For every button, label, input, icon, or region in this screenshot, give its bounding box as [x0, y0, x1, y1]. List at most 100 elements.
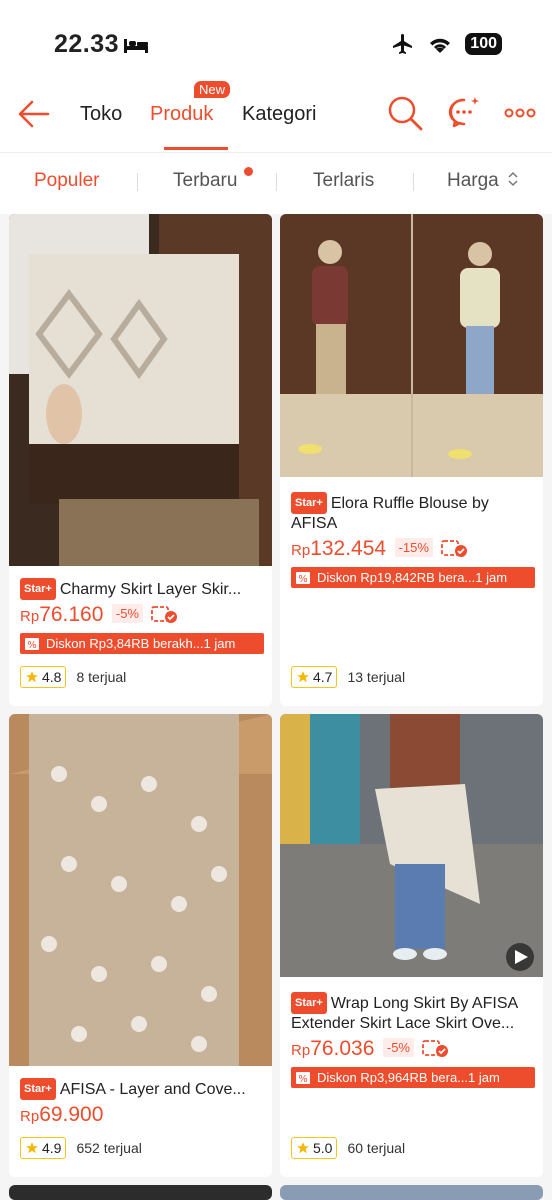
status-bar: 22.33 100: [0, 30, 552, 60]
currency: Rp: [20, 608, 40, 625]
product-card[interactable]: Star+ Wrap Long Skirt By AFISA Extender S…: [280, 714, 543, 1177]
product-image: [9, 714, 272, 1066]
tab-kategori[interactable]: Kategori: [242, 103, 317, 126]
rating-badge: 5.0: [291, 1137, 338, 1159]
top-nav: Toko Produk New Kategori: [0, 81, 552, 150]
rating-row: 4.8 8 terjual: [20, 666, 126, 688]
rating-row: 4.9 652 terjual: [20, 1137, 142, 1159]
currency: Rp: [20, 1108, 40, 1125]
tab-produk[interactable]: Produk: [150, 103, 213, 126]
more-icon[interactable]: [504, 108, 536, 118]
coupon-text: Diskon Rp3,84RB berakh...1 jam: [46, 636, 236, 651]
sort-separator: [137, 173, 138, 191]
sold-count: 60 terjual: [347, 1140, 406, 1156]
cod-icon: [441, 540, 468, 557]
coupon-text: Diskon Rp3,964RB bera...1 jam: [317, 1070, 500, 1085]
header: 22.33 100 Toko Produk New Kategori Popul…: [0, 0, 552, 214]
price-value: 69.900: [39, 1103, 104, 1126]
new-badge: New: [194, 81, 231, 98]
product-title: Star+ AFISA - Layer and Cove...: [20, 1078, 264, 1100]
back-arrow-icon[interactable]: [16, 96, 52, 132]
coupon-text: Diskon Rp19,842RB bera...1 jam: [317, 570, 508, 585]
active-tab-indicator: [164, 147, 228, 150]
price-value: 132.454: [310, 537, 387, 560]
product-card[interactable]: Star+ Charmy Skirt Layer Skir... Rp76.160…: [9, 214, 272, 706]
coupon-icon: %: [296, 571, 310, 585]
rating-value: 4.7: [313, 669, 333, 685]
battery-indicator: 100: [465, 33, 502, 55]
star-plus-badge: Star+: [20, 578, 56, 600]
product-image: [9, 214, 272, 566]
rating-badge: 4.9: [20, 1137, 67, 1159]
rating-value: 4.9: [42, 1140, 62, 1156]
sort-populer[interactable]: Populer: [34, 170, 100, 192]
clock: 22.33: [54, 30, 120, 58]
sold-count: 13 terjual: [347, 669, 406, 685]
sort-bar: Populer Terbaru Terlaris Harga: [0, 153, 552, 209]
wifi-icon: [430, 38, 451, 53]
discount-coupon[interactable]: % Diskon Rp3,84RB berakh...1 jam: [20, 633, 264, 654]
star-icon: [26, 671, 38, 683]
product-title: Star+ Charmy Skirt Layer Skir...: [20, 578, 264, 600]
sort-terlaris[interactable]: Terlaris: [313, 170, 374, 192]
sort-separator: [413, 173, 414, 191]
star-plus-badge: Star+: [20, 1078, 56, 1100]
star-plus-badge: Star+: [291, 992, 327, 1014]
star-icon: [26, 1142, 38, 1154]
sort-harga-label: Harga: [447, 170, 499, 191]
sort-arrows-icon: [508, 171, 518, 187]
sort-separator: [276, 173, 277, 191]
rating-value: 4.8: [42, 669, 62, 685]
price-value: 76.160: [39, 603, 104, 626]
coupon-icon: %: [296, 1071, 310, 1085]
price-row: Rp69.900: [20, 1103, 264, 1127]
star-plus-badge: Star+: [291, 492, 327, 514]
product-price: Rp132.454: [291, 537, 386, 560]
sort-terbaru[interactable]: Terbaru: [173, 170, 237, 192]
svg-text:%: %: [27, 640, 37, 651]
svg-text:%: %: [298, 574, 308, 585]
chat-icon[interactable]: [446, 95, 482, 131]
product-card[interactable]: Star+ AFISA - Layer and Cove... Rp69.900 …: [9, 714, 272, 1177]
sold-count: 652 terjual: [76, 1140, 142, 1156]
product-card[interactable]: [280, 1185, 543, 1200]
rating-badge: 4.8: [20, 666, 67, 688]
sleep-icon: [124, 39, 148, 53]
price-value: 76.036: [310, 1037, 375, 1060]
product-title-text: Charmy Skirt Layer Skir...: [59, 581, 242, 598]
discount-badge: -15%: [394, 538, 433, 557]
system-icons: 100: [391, 32, 502, 56]
currency: Rp: [291, 1042, 311, 1059]
cod-icon: [422, 1040, 449, 1057]
product-image: [280, 214, 543, 477]
search-icon[interactable]: [386, 94, 424, 132]
cod-icon: [151, 606, 178, 623]
new-dot: [244, 167, 253, 176]
sold-count: 8 terjual: [76, 669, 127, 685]
airplane-icon: [393, 34, 413, 54]
price-row: Rp76.036 -5%: [291, 1037, 535, 1061]
product-image: [280, 714, 543, 977]
price-row: Rp132.454 -15%: [291, 537, 535, 561]
discount-coupon[interactable]: % Diskon Rp19,842RB bera...1 jam: [291, 567, 535, 588]
tab-toko[interactable]: Toko: [80, 103, 122, 126]
discount-coupon[interactable]: % Diskon Rp3,964RB bera...1 jam: [291, 1067, 535, 1088]
product-card[interactable]: Star+ Elora Ruffle Blouse by AFISA Rp132.…: [280, 214, 543, 706]
product-price: Rp69.900: [20, 1103, 103, 1126]
rating-value: 5.0: [313, 1140, 333, 1156]
rating-row: 5.0 60 terjual: [291, 1137, 405, 1159]
price-row: Rp76.160 -5%: [20, 603, 264, 627]
product-title: Star+ Wrap Long Skirt By AFISA Extender S…: [291, 992, 535, 1034]
product-title: Star+ Elora Ruffle Blouse by AFISA: [291, 492, 535, 534]
discount-badge: -5%: [382, 1038, 414, 1057]
rating-badge: 4.7: [291, 666, 338, 688]
product-price: Rp76.160: [20, 603, 103, 626]
coupon-icon: %: [25, 637, 39, 651]
rating-row: 4.7 13 terjual: [291, 666, 405, 688]
product-card[interactable]: [9, 1185, 272, 1200]
svg-text:%: %: [298, 1074, 308, 1085]
sort-harga[interactable]: Harga: [447, 170, 519, 192]
currency: Rp: [291, 542, 311, 559]
star-icon: [297, 1142, 309, 1154]
discount-badge: -5%: [111, 604, 143, 623]
